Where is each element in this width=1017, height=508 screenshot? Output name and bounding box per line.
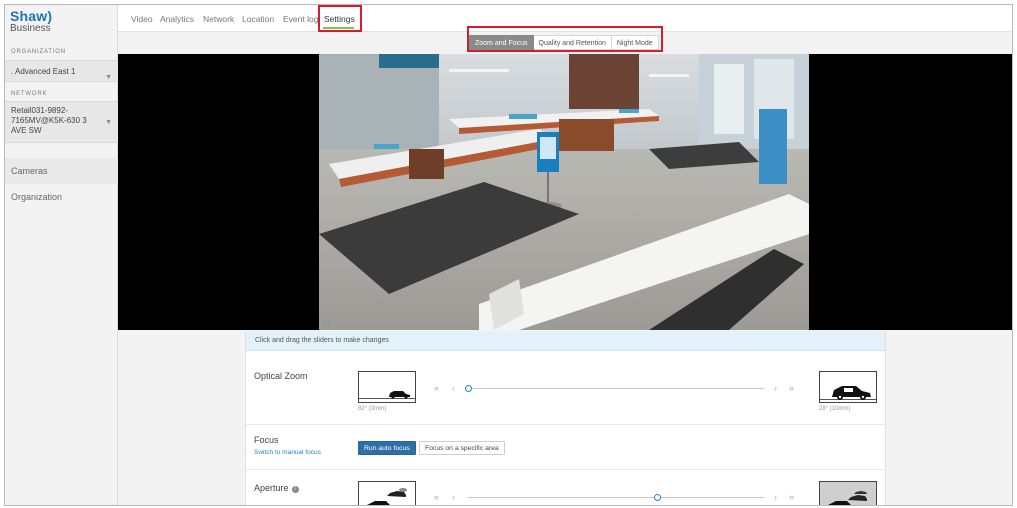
brand-logo: Shaw) Business <box>10 8 52 34</box>
zoom-max-caption: 28° (10mm) <box>819 406 851 412</box>
aperture-slider-handle[interactable] <box>653 494 661 501</box>
zoom-step-back-icon[interactable]: ‹ <box>452 383 455 393</box>
sidebar-item-label: Cameras <box>11 166 48 176</box>
brand-subtitle: Business <box>10 23 51 34</box>
tab-network[interactable]: Network <box>203 14 234 24</box>
camera-icon <box>323 320 331 327</box>
chevron-down-icon: ▼ <box>105 119 112 126</box>
car-icon <box>367 488 407 505</box>
zoom-step-forward-icon[interactable]: › <box>774 383 777 393</box>
settings-tab-highlight <box>318 5 362 32</box>
run-auto-focus-button[interactable]: Run auto focus <box>358 441 416 455</box>
car-icon <box>359 391 415 399</box>
car-icon <box>820 482 876 505</box>
aperture-label-row: Aperture i <box>254 483 299 493</box>
tab-location[interactable]: Location <box>242 14 274 24</box>
zoom-focus-controls: Click and drag the sliders to make chang… <box>245 331 886 505</box>
info-icon[interactable]: i <box>291 486 299 493</box>
subtab-quality-and-retention[interactable]: Quality and Retention <box>533 35 612 50</box>
zoom-wide-thumbnail <box>358 371 416 403</box>
chevron-down-icon: ▼ <box>105 74 112 81</box>
sidebar-item-cameras[interactable]: Cameras <box>5 158 118 184</box>
tab-video[interactable]: Video <box>131 14 153 24</box>
zoom-step-min-icon[interactable]: « <box>434 383 439 393</box>
tab-event-log[interactable]: Event log <box>283 14 318 24</box>
row-divider <box>246 469 885 470</box>
sidebar-item-label: Organization <box>11 192 63 202</box>
aperture-step-min-icon[interactable]: « <box>434 492 439 502</box>
aperture-label: Aperture <box>254 483 289 493</box>
camera-scene-image <box>319 54 809 330</box>
network-value: Retail031-9892-7165MV@K5K-630 3 AVE SW <box>11 106 87 135</box>
focus-specific-area-button[interactable]: Focus on a specific area <box>419 441 505 455</box>
network-label: NETWORK <box>11 91 48 97</box>
network-select[interactable]: Retail031-9892-7165MV@K5K-630 3 AVE SW ▼ <box>5 101 118 143</box>
aperture-slider-track[interactable] <box>468 497 764 498</box>
aperture-step-max-icon[interactable]: » <box>789 492 794 502</box>
brand-name: Shaw) <box>10 8 53 24</box>
subtab-night-mode[interactable]: Night Mode <box>611 35 659 50</box>
slider-hint: Click and drag the sliders to make chang… <box>246 331 885 351</box>
app-window: Shaw) Business ORGANIZATION . Advanced E… <box>4 4 1013 506</box>
car-icon <box>820 386 876 400</box>
zoom-slider-handle[interactable] <box>464 385 472 392</box>
aperture-step-back-icon[interactable]: ‹ <box>452 492 455 502</box>
switch-to-manual-focus-link[interactable]: Switch to manual focus <box>254 449 321 456</box>
aperture-low-thumbnail <box>358 481 416 505</box>
aperture-high-thumbnail <box>819 481 877 505</box>
subtab-zoom-and-focus[interactable]: Zoom and Focus <box>469 35 534 50</box>
optical-zoom-label: Optical Zoom <box>254 371 308 381</box>
zoom-step-max-icon[interactable]: » <box>789 383 794 393</box>
zoom-slider-track[interactable] <box>468 388 764 389</box>
zoom-min-caption: 82° (3mm) <box>358 406 387 412</box>
organization-value: . Advanced East 1 <box>11 67 76 76</box>
organization-select[interactable]: . Advanced East 1 ▼ <box>5 60 118 82</box>
row-divider <box>246 424 885 425</box>
organization-label: ORGANIZATION <box>11 49 66 55</box>
aperture-step-forward-icon[interactable]: › <box>774 492 777 502</box>
settings-subtabs: Zoom and Focus Quality and Retention Nig… <box>469 35 659 50</box>
sidebar-item-organization[interactable]: Organization <box>5 186 118 208</box>
sidebar: Shaw) Business ORGANIZATION . Advanced E… <box>5 5 118 505</box>
focus-label: Focus <box>254 435 279 445</box>
camera-video-feed[interactable] <box>118 54 1012 330</box>
tab-analytics[interactable]: Analytics <box>160 14 194 24</box>
zoom-tele-thumbnail <box>819 371 877 403</box>
